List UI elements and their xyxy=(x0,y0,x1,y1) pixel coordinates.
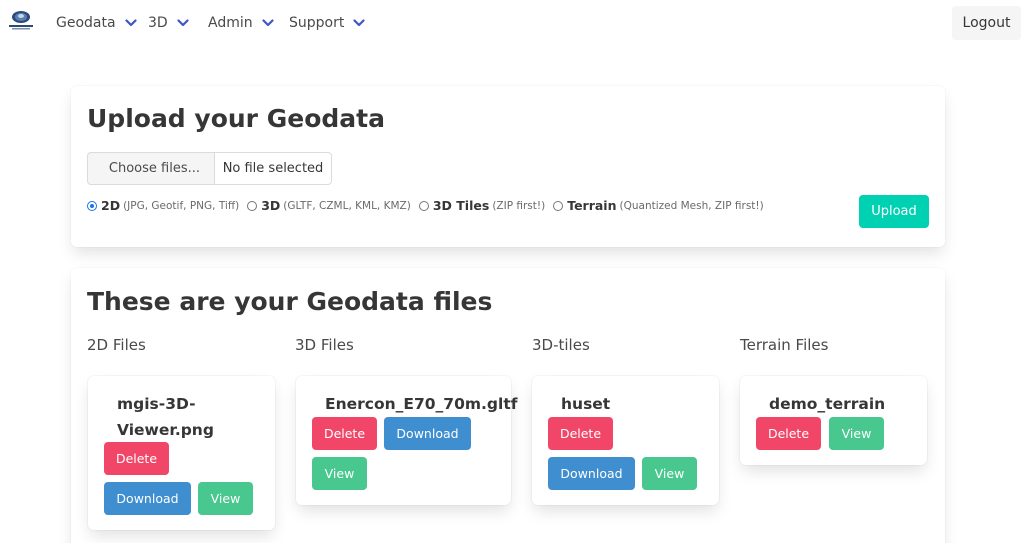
nav-3d-label: 3D xyxy=(148,15,168,31)
upload-panel: Upload your Geodata Choose files... No f… xyxy=(71,86,945,247)
radio-2d-dot[interactable] xyxy=(87,200,97,211)
download-button[interactable]: Download xyxy=(104,482,191,515)
column-heading-3d: 3D Files xyxy=(295,336,354,354)
radio-2d[interactable]: 2D (JPG, Geotif, PNG, Tiff) xyxy=(87,198,239,213)
file-card-3d: Enercon_E70_70m.gltf Delete Download Vie… xyxy=(296,376,517,505)
radio-3d-label: 3D xyxy=(261,198,281,213)
file-name-3d: Enercon_E70_70m.gltf xyxy=(325,395,518,413)
nav-support-label: Support xyxy=(289,15,345,31)
download-button[interactable]: Download xyxy=(384,417,471,450)
file-card-3d-tiles: huset Delete Download View xyxy=(532,376,719,505)
column-heading-2d: 2D Files xyxy=(87,336,146,354)
nav-support[interactable]: Support xyxy=(289,15,365,31)
radio-terrain[interactable]: Terrain (Quantized Mesh, ZIP first!) xyxy=(553,198,764,213)
chevron-down-icon xyxy=(262,19,274,27)
delete-button[interactable]: Delete xyxy=(104,442,169,475)
upload-title: Upload your Geodata xyxy=(87,104,385,133)
file-card-terrain: demo_terrain Delete View xyxy=(740,376,927,465)
nav-admin[interactable]: Admin xyxy=(208,15,274,31)
file-name-3d-tiles: huset xyxy=(561,395,611,413)
delete-button[interactable]: Delete xyxy=(312,417,377,450)
navbar: Geodata 3D Admin Support Logout xyxy=(0,0,1024,48)
nav-3d[interactable]: 3D xyxy=(148,15,189,31)
delete-button[interactable]: Delete xyxy=(548,417,613,450)
file-name-2d-line2: Viewer.png xyxy=(117,421,214,439)
file-name-2d-line1: mgis-3D- xyxy=(117,395,196,413)
view-button[interactable]: View xyxy=(642,457,697,490)
column-heading-3d-tiles: 3D-tiles xyxy=(532,336,590,354)
radio-3d[interactable]: 3D (GLTF, CZML, KML, KMZ) xyxy=(247,198,411,213)
radio-3d-tiles-dot[interactable] xyxy=(418,200,429,211)
radio-terrain-label: Terrain xyxy=(567,198,617,213)
chevron-down-icon xyxy=(177,19,189,27)
view-button[interactable]: View xyxy=(312,457,367,490)
column-heading-terrain: Terrain Files xyxy=(740,336,829,354)
view-button[interactable]: View xyxy=(829,417,884,450)
radio-3d-tiles[interactable]: 3D Tiles (ZIP first!) xyxy=(418,198,546,213)
file-name-2d: mgis-3D- Viewer.png xyxy=(117,391,214,443)
radio-3d-dot[interactable] xyxy=(247,200,258,211)
radio-3d-hint: (GLTF, CZML, KML, KMZ) xyxy=(283,199,411,212)
file-card-2d: mgis-3D- Viewer.png Delete Download View xyxy=(88,376,275,530)
radio-3d-tiles-hint: (ZIP first!) xyxy=(492,199,546,212)
nav-geodata[interactable]: Geodata xyxy=(56,15,137,31)
chevron-down-icon xyxy=(353,19,365,27)
radio-3d-tiles-label: 3D Tiles xyxy=(432,198,490,213)
radio-2d-label: 2D xyxy=(101,198,121,213)
choose-files-button[interactable]: Choose files... xyxy=(87,152,214,185)
type-radio-group: 2D (JPG, Geotif, PNG, Tiff) 3D (GLTF, CZ… xyxy=(87,198,772,213)
files-title: These are your Geodata files xyxy=(87,287,493,316)
radio-terrain-hint: (Quantized Mesh, ZIP first!) xyxy=(619,199,764,212)
files-panel: These are your Geodata files 2D Files 3D… xyxy=(71,268,945,543)
view-button[interactable]: View xyxy=(198,482,253,515)
delete-button[interactable]: Delete xyxy=(756,417,821,450)
radio-2d-hint: (JPG, Geotif, PNG, Tiff) xyxy=(123,199,240,212)
upload-button[interactable]: Upload xyxy=(859,195,929,228)
logout-button[interactable]: Logout xyxy=(952,6,1021,40)
nav-geodata-label: Geodata xyxy=(56,15,116,31)
download-button[interactable]: Download xyxy=(548,457,635,490)
file-name-terrain: demo_terrain xyxy=(769,395,886,413)
radio-terrain-dot[interactable] xyxy=(553,200,564,211)
file-input[interactable]: Choose files... No file selected xyxy=(87,152,332,185)
nav-admin-label: Admin xyxy=(208,15,253,31)
logo-icon[interactable] xyxy=(6,9,36,31)
file-name-display: No file selected xyxy=(214,152,332,185)
chevron-down-icon xyxy=(124,19,137,27)
